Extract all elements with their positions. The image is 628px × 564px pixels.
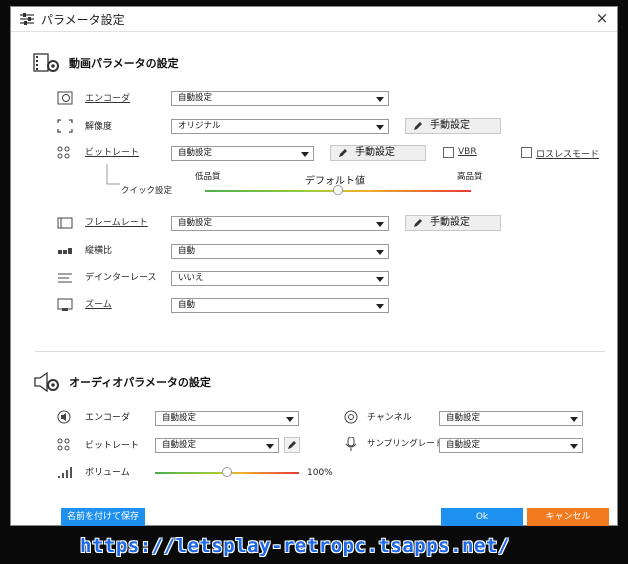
- chevron-down-icon: [376, 97, 384, 102]
- audio-bitrate-select[interactable]: 自動設定: [155, 438, 279, 453]
- microphone-icon: [343, 437, 359, 451]
- chevron-down-icon: [376, 304, 384, 309]
- video-encoder-select[interactable]: 自動設定: [171, 91, 389, 106]
- chevron-down-icon: [266, 444, 274, 449]
- video-section-title: 動画パラメータの設定: [69, 57, 179, 70]
- quality-high-label: 高品質: [457, 172, 483, 182]
- vbr-label[interactable]: VBR: [458, 147, 477, 157]
- speaker-icon: [57, 410, 73, 424]
- aspect-ratio-select[interactable]: 自動: [171, 244, 389, 259]
- quick-setting-label: クイック設定: [121, 186, 173, 196]
- audio-bitrate-label: ビットレート: [85, 441, 140, 451]
- chevron-down-icon: [376, 222, 384, 227]
- audio-bitrate-edit-button[interactable]: [284, 437, 300, 453]
- zoom-label[interactable]: ズーム: [85, 297, 112, 310]
- title-bar: パラメータ設定 ×: [11, 7, 617, 32]
- chevron-down-icon: [376, 250, 384, 255]
- chevron-down-icon: [286, 417, 294, 422]
- parameter-settings-dialog: パラメータ設定 × 動画パラメータの設定 エンコーダ 自動設定 解像度 オリジナ…: [10, 6, 618, 526]
- chevron-down-icon: [376, 125, 384, 130]
- aspect-ratio-icon: [57, 244, 73, 258]
- audio-encoder-select[interactable]: 自動設定: [155, 411, 299, 426]
- pencil-icon: [288, 441, 296, 449]
- channel-icon: [343, 410, 359, 424]
- bitrate-manual-button[interactable]: 手動設定: [330, 145, 426, 161]
- chevron-down-icon: [301, 152, 309, 157]
- audio-bitrate-value: 自動設定: [162, 440, 197, 450]
- framerate-icon: [57, 216, 73, 230]
- framerate-select[interactable]: 自動設定: [171, 216, 389, 231]
- ok-button[interactable]: Ok: [441, 508, 523, 526]
- volume-value: 100%: [307, 468, 333, 478]
- save-as-button[interactable]: 名前を付けて保存: [61, 508, 145, 526]
- chevron-down-icon: [376, 277, 384, 282]
- aspect-ratio-label: 縦横比: [85, 246, 113, 256]
- dialog-title: パラメータ設定: [41, 13, 125, 27]
- bitrate-label[interactable]: ビットレート: [85, 145, 139, 158]
- framerate-manual-label: 手動設定: [430, 217, 470, 228]
- audio-bitrate-icon: [57, 438, 73, 452]
- quality-low-label: 低品質: [195, 172, 221, 182]
- lossless-label[interactable]: ロスレスモード: [536, 147, 599, 160]
- video-settings-icon: [33, 52, 61, 74]
- close-button[interactable]: ×: [593, 9, 611, 27]
- framerate-label[interactable]: フレームレート: [85, 215, 148, 228]
- video-encoder-value: 自動設定: [178, 93, 213, 103]
- deinterlace-select[interactable]: いいえ: [171, 271, 389, 286]
- lossless-checkbox[interactable]: [521, 147, 532, 158]
- volume-label: ボリューム: [85, 468, 130, 478]
- resolution-manual-label: 手動設定: [430, 120, 470, 131]
- deinterlace-label: デインターレース: [85, 273, 157, 283]
- resolution-value: オリジナル: [178, 121, 221, 131]
- chevron-down-icon: [570, 444, 578, 449]
- volume-slider-thumb[interactable]: [222, 467, 232, 477]
- audio-settings-icon: [33, 371, 61, 393]
- site-url-watermark: https://letsplay-retropc.tsapps.net/: [80, 535, 510, 557]
- zoom-select[interactable]: 自動: [171, 298, 389, 313]
- pencil-icon: [412, 120, 424, 132]
- deinterlace-icon: [57, 271, 73, 285]
- volume-icon: [57, 465, 73, 479]
- deinterlace-value: いいえ: [178, 273, 204, 283]
- section-divider: [35, 351, 605, 352]
- channel-label: チャンネル: [367, 413, 412, 423]
- bitrate-manual-label: 手動設定: [355, 147, 395, 158]
- resolution-label: 解像度: [85, 122, 113, 132]
- video-encoder-label[interactable]: エンコーダ: [85, 91, 130, 104]
- pencil-icon: [412, 217, 424, 229]
- resolution-icon: [57, 119, 73, 133]
- zoom-value: 自動: [178, 300, 196, 310]
- samplerate-label: サンプリングレート: [367, 439, 444, 449]
- audio-encoder-label: エンコーダ: [85, 413, 131, 423]
- bitrate-select[interactable]: 自動設定: [171, 146, 314, 161]
- bitrate-value: 自動設定: [178, 148, 213, 158]
- bitrate-icon: [57, 146, 73, 160]
- channel-value: 自動設定: [446, 413, 481, 423]
- quality-slider-thumb[interactable]: [333, 185, 343, 195]
- samplerate-select[interactable]: 自動設定: [439, 438, 583, 453]
- encoder-icon: [57, 91, 73, 105]
- framerate-manual-button[interactable]: 手動設定: [405, 215, 501, 231]
- resolution-manual-button[interactable]: 手動設定: [405, 118, 501, 134]
- samplerate-value: 自動設定: [446, 440, 481, 450]
- settings-sliders-icon: [20, 13, 34, 25]
- framerate-value: 自動設定: [178, 218, 213, 228]
- chevron-down-icon: [570, 417, 578, 422]
- resolution-select[interactable]: オリジナル: [171, 119, 389, 134]
- aspect-ratio-value: 自動: [178, 246, 196, 256]
- audio-encoder-value: 自動設定: [162, 413, 197, 423]
- audio-section-title: オーディオパラメータの設定: [69, 376, 211, 389]
- tree-connector: [106, 164, 120, 185]
- channel-select[interactable]: 自動設定: [439, 411, 583, 426]
- vbr-checkbox[interactable]: [443, 147, 454, 158]
- cancel-button[interactable]: キャンセル: [527, 508, 609, 526]
- pencil-icon: [337, 147, 349, 159]
- zoom-icon: [57, 298, 73, 312]
